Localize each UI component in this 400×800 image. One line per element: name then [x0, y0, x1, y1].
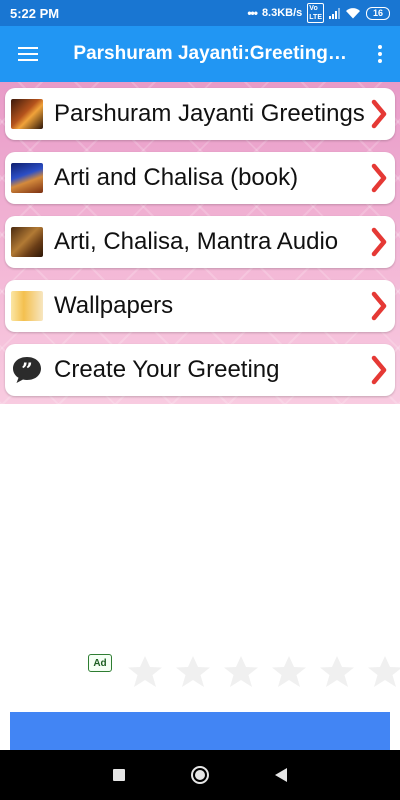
volte-badge: Vo LTE: [307, 3, 324, 23]
menu-item-label: Wallpapers: [54, 292, 174, 319]
star-icon: [128, 656, 162, 687]
battery-icon: 16: [366, 6, 390, 20]
notification-dots-icon: •••: [247, 6, 258, 20]
star-icon: [320, 656, 354, 687]
battery-level: 16: [366, 6, 390, 20]
app-title: Parshuram Jayanti:Greeting…: [73, 43, 347, 64]
ad-banner[interactable]: [10, 712, 390, 754]
star-icon: [176, 656, 210, 687]
menu-list: Parshuram Jayanti Greetings Arti and Cha…: [0, 82, 400, 404]
ad-badge: Ad: [88, 654, 112, 672]
signal-icon: [329, 7, 340, 19]
greetings-thumbnail: [11, 99, 43, 129]
menu-item-greetings[interactable]: Parshuram Jayanti Greetings: [5, 88, 395, 140]
wallpaper-thumbnail: [11, 291, 43, 321]
book-thumbnail: [11, 163, 43, 193]
ad-container: Ad: [0, 404, 400, 754]
menu-item-arti-chalisa-book[interactable]: Arti and Chalisa (book): [5, 152, 395, 204]
wifi-icon: [346, 8, 360, 19]
star-icon: [272, 656, 306, 687]
status-time: 5:22 PM: [10, 5, 60, 21]
menu-item-label: Arti and Chalisa (book): [54, 164, 299, 191]
chevron-right-icon: [371, 99, 387, 129]
back-button[interactable]: [275, 768, 287, 782]
menu-item-label: Parshuram Jayanti Greetings: [54, 100, 365, 127]
ad-rating-stars: [125, 654, 400, 688]
svg-text:”: ”: [21, 358, 33, 382]
chevron-right-icon: [371, 291, 387, 321]
system-nav-bar: [0, 750, 400, 800]
more-vert-icon[interactable]: [360, 26, 400, 82]
quote-bubble-icon: ”: [11, 355, 43, 385]
menu-item-label: Arti, Chalisa, Mantra Audio: [54, 228, 339, 255]
home-button[interactable]: [191, 766, 209, 784]
status-indicators: ••• 8.3KB/s Vo LTE 16: [247, 3, 390, 23]
hamburger-icon[interactable]: [0, 26, 55, 82]
menu-item-audio[interactable]: Arti, Chalisa, Mantra Audio: [5, 216, 395, 268]
menu-item-wallpapers[interactable]: Wallpapers: [5, 280, 395, 332]
menu-item-label: Create Your Greeting: [54, 356, 280, 383]
menu-item-create-greeting[interactable]: ” Create Your Greeting: [5, 344, 395, 396]
status-bar: 5:22 PM ••• 8.3KB/s Vo LTE 16: [0, 0, 400, 26]
chevron-right-icon: [371, 163, 387, 193]
recents-button[interactable]: [113, 769, 125, 781]
star-icon: [368, 656, 400, 687]
chevron-right-icon: [371, 355, 387, 385]
star-icon: [224, 656, 258, 687]
audio-thumbnail: [11, 227, 43, 257]
app-bar: Parshuram Jayanti:Greeting…: [0, 26, 400, 82]
chevron-right-icon: [371, 227, 387, 257]
network-speed: 8.3KB/s: [261, 7, 303, 19]
